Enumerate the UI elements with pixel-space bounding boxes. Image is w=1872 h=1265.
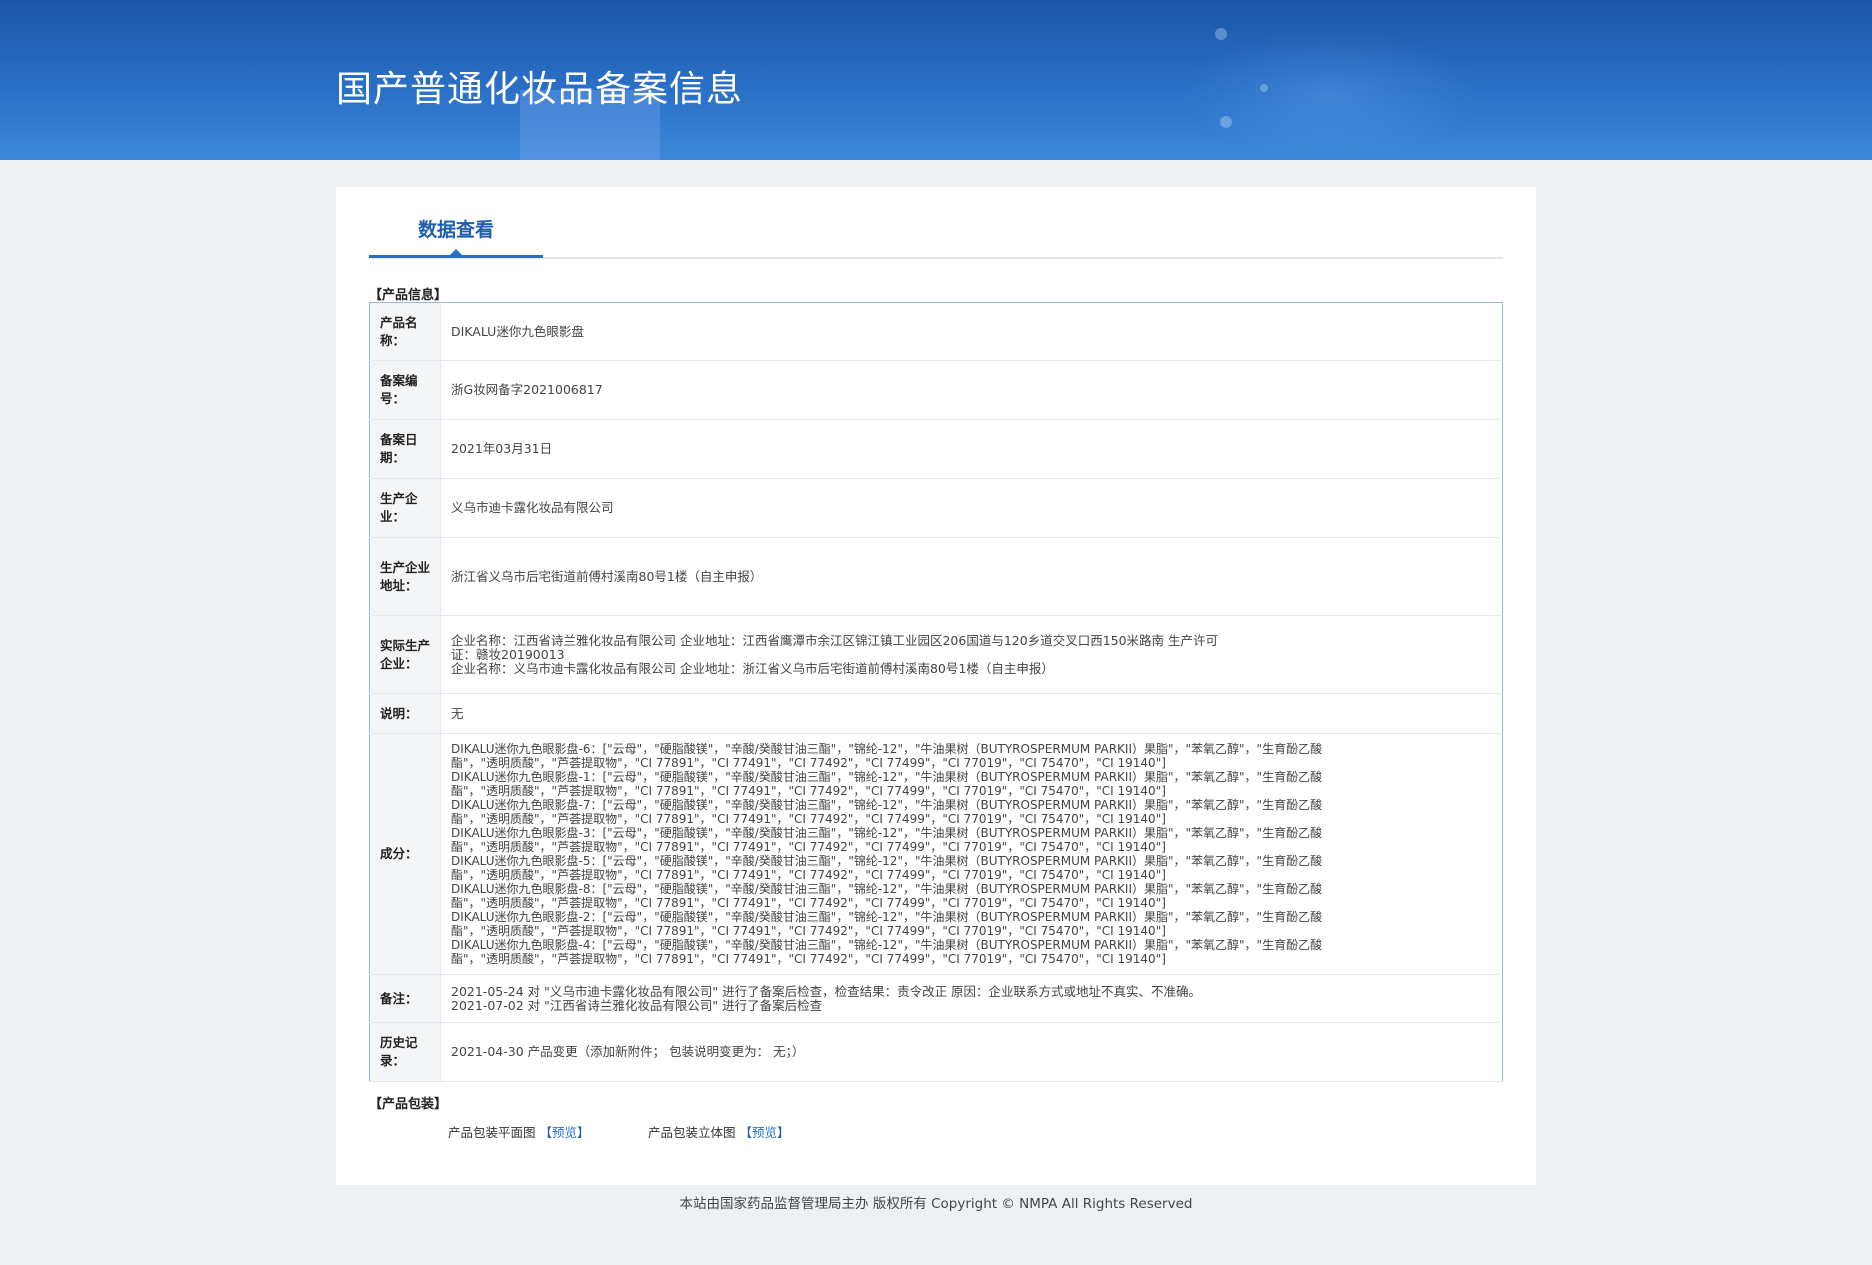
ingredient-line: 酯"，"透明质酸"，"芦荟提取物"，"CI 77891"，"CI 77491"，… <box>451 868 1166 882</box>
table-row: 生产企业地址： 浙江省义乌市后宅街道前傅村溪南80号1楼（自主申报） <box>369 537 1503 616</box>
table-row: 说明： 无 <box>369 693 1503 734</box>
table-row: 产品名称： DIKALU迷你九色眼影盘 <box>369 302 1503 361</box>
row-label: 产品名称： <box>369 302 441 361</box>
row-label: 生产企业地址： <box>369 537 441 616</box>
package-solid-item: 产品包装立体图 【预览】 <box>648 1122 790 1141</box>
package-flat-item: 产品包装平面图 【预览】 <box>448 1122 590 1141</box>
row-label: 历史记录： <box>369 1022 441 1082</box>
banner-dot <box>1215 28 1227 40</box>
ingredient-line: 酯"，"透明质酸"，"芦荟提取物"，"CI 77891"，"CI 77491"，… <box>451 784 1166 798</box>
row-value: 企业名称：江西省诗兰雅化妆品有限公司 企业地址：江西省鹰潭市余江区锦江镇工业园区… <box>440 615 1503 694</box>
bracket-open: 【 <box>539 1125 553 1140</box>
bracket-close: 】 <box>577 1125 590 1140</box>
ingredient-line: 酯"，"透明质酸"，"芦荟提取物"，"CI 77891"，"CI 77491"，… <box>451 840 1166 854</box>
footer-copyright: 本站由国家药品监督管理局主办 版权所有 Copyright © NMPA All… <box>679 1196 1193 1212</box>
row-label: 实际生产企业： <box>369 615 441 694</box>
banner-glow <box>1180 30 1480 160</box>
tab-label: 数据查看 <box>417 219 494 241</box>
content-card: 数据查看 【产品信息】 产品名称： DIKALU迷你九色眼影盘 备案编号： 浙G… <box>336 187 1536 1185</box>
row-value: 义乌市迪卡露化妆品有限公司 <box>440 478 1503 538</box>
bracket-close: 】 <box>777 1125 790 1140</box>
row-value: 2021-04-30 产品变更（添加新附件； 包装说明变更为： 无；） <box>440 1022 1503 1082</box>
preview-solid-link[interactable]: 预览 <box>752 1125 777 1140</box>
preview-flat-link[interactable]: 预览 <box>552 1125 577 1140</box>
tab-bar: 数据查看 <box>369 187 1503 259</box>
package-solid-label: 产品包装立体图 <box>648 1125 736 1140</box>
banner-dot <box>1260 84 1268 92</box>
ingredient-line: DIKALU迷你九色眼影盘-8：["云母"，"硬脂酸镁"，"辛酸/癸酸甘油三酯"… <box>451 882 1323 896</box>
ingredient-line: DIKALU迷你九色眼影盘-6：["云母"，"硬脂酸镁"，"辛酸/癸酸甘油三酯"… <box>451 742 1323 756</box>
tab-data-view[interactable]: 数据查看 <box>369 215 543 258</box>
page-title: 国产普通化妆品备案信息 <box>336 69 744 110</box>
row-value: 无 <box>440 693 1503 734</box>
ingredient-line: DIKALU迷你九色眼影盘-4：["云母"，"硬脂酸镁"，"辛酸/癸酸甘油三酯"… <box>451 938 1323 952</box>
ingredient-line: 酯"，"透明质酸"，"芦荟提取物"，"CI 77891"，"CI 77491"，… <box>451 952 1166 966</box>
value-line: 2021-07-02 对 "江西省诗兰雅化妆品有限公司" 进行了备案后检查 <box>451 997 823 1013</box>
value-line: 证：赣妆20190013 <box>451 646 565 662</box>
table-row: 备案编号： 浙G妆网备字2021006817 <box>369 360 1503 420</box>
bracket-open: 【 <box>739 1125 753 1140</box>
ingredients-value: DIKALU迷你九色眼影盘-6：["云母"，"硬脂酸镁"，"辛酸/癸酸甘油三酯"… <box>440 733 1503 975</box>
ingredient-line: DIKALU迷你九色眼影盘-3：["云母"，"硬脂酸镁"，"辛酸/癸酸甘油三酯"… <box>451 826 1323 840</box>
value-line: 企业名称：江西省诗兰雅化妆品有限公司 企业地址：江西省鹰潭市余江区锦江镇工业园区… <box>451 632 1219 648</box>
product-info-heading: 【产品信息】 <box>369 288 448 303</box>
ingredient-line: DIKALU迷你九色眼影盘-7：["云母"，"硬脂酸镁"，"辛酸/癸酸甘油三酯"… <box>451 798 1323 812</box>
ingredient-line: 酯"，"透明质酸"，"芦荟提取物"，"CI 77891"，"CI 77491"，… <box>451 924 1166 938</box>
tab-caret-icon <box>449 249 463 256</box>
product-info-table: 产品名称： DIKALU迷你九色眼影盘 备案编号： 浙G妆网备字20210068… <box>369 302 1503 1082</box>
ingredient-line: 酯"，"透明质酸"，"芦荟提取物"，"CI 77891"，"CI 77491"，… <box>451 756 1166 770</box>
ingredient-line: DIKALU迷你九色眼影盘-1：["云母"，"硬脂酸镁"，"辛酸/癸酸甘油三酯"… <box>451 770 1323 784</box>
ingredient-line: DIKALU迷你九色眼影盘-2：["云母"，"硬脂酸镁"，"辛酸/癸酸甘油三酯"… <box>451 910 1323 924</box>
table-row: 成分： DIKALU迷你九色眼影盘-6：["云母"，"硬脂酸镁"，"辛酸/癸酸甘… <box>369 733 1503 975</box>
packaging-heading: 【产品包装】 <box>369 1097 448 1112</box>
value-line: 企业名称：义乌市迪卡露化妆品有限公司 企业地址：浙江省义乌市后宅街道前傅村溪南8… <box>451 660 1054 676</box>
row-value: 浙G妆网备字2021006817 <box>440 360 1503 420</box>
row-label: 备案日期： <box>369 419 441 479</box>
row-label: 备注： <box>369 974 441 1023</box>
package-flat-label: 产品包装平面图 <box>448 1125 536 1140</box>
row-label: 备案编号： <box>369 360 441 420</box>
ingredient-line: 酯"，"透明质酸"，"芦荟提取物"，"CI 77891"，"CI 77491"，… <box>451 812 1166 826</box>
row-label: 生产企业： <box>369 478 441 538</box>
table-row: 实际生产企业： 企业名称：江西省诗兰雅化妆品有限公司 企业地址：江西省鹰潭市余江… <box>369 615 1503 694</box>
ingredient-line: 酯"，"透明质酸"，"芦荟提取物"，"CI 77891"，"CI 77491"，… <box>451 896 1166 910</box>
row-label: 成分： <box>369 733 441 975</box>
value-line: 2021-05-24 对 "义乌市迪卡露化妆品有限公司" 进行了备案后检查，检查… <box>451 983 1202 999</box>
banner-dot <box>1220 116 1232 128</box>
row-value: 浙江省义乌市后宅街道前傅村溪南80号1楼（自主申报） <box>440 537 1503 616</box>
row-value: DIKALU迷你九色眼影盘 <box>440 302 1503 361</box>
table-row: 生产企业： 义乌市迪卡露化妆品有限公司 <box>369 478 1503 538</box>
table-row: 备注： 2021-05-24 对 "义乌市迪卡露化妆品有限公司" 进行了备案后检… <box>369 974 1503 1023</box>
ingredient-line: DIKALU迷你九色眼影盘-5：["云母"，"硬脂酸镁"，"辛酸/癸酸甘油三酯"… <box>451 854 1323 868</box>
table-row: 备案日期： 2021年03月31日 <box>369 419 1503 479</box>
row-value: 2021-05-24 对 "义乌市迪卡露化妆品有限公司" 进行了备案后检查，检查… <box>440 974 1503 1023</box>
table-row: 历史记录： 2021-04-30 产品变更（添加新附件； 包装说明变更为： 无；… <box>369 1022 1503 1082</box>
header-banner: 国产普通化妆品备案信息 <box>0 0 1872 160</box>
row-label: 说明： <box>369 693 441 734</box>
row-value: 2021年03月31日 <box>440 419 1503 479</box>
